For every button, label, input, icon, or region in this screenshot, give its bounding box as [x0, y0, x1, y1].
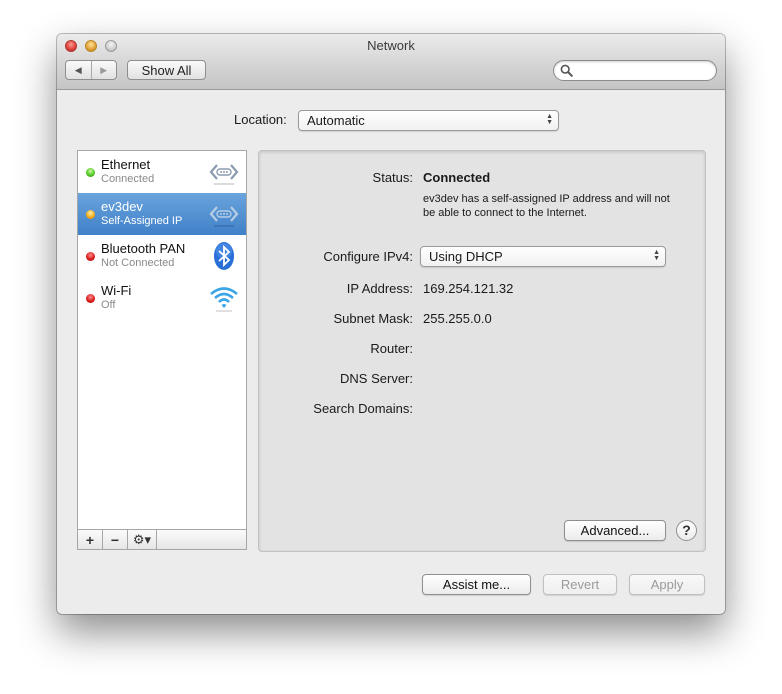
router-label: Router:	[370, 341, 413, 356]
show-all-button[interactable]: Show All	[127, 60, 206, 80]
apply-button[interactable]: Apply	[629, 574, 705, 595]
service-status: Connected	[101, 173, 155, 185]
back-forward-control: ◀ ▶	[65, 60, 117, 80]
search-icon	[560, 64, 573, 77]
status-description: ev3dev has a self-assigned IP address an…	[423, 193, 670, 219]
location-label: Location:	[234, 112, 287, 127]
location-popup[interactable]: Automatic ▲ ▼	[298, 110, 559, 131]
service-status: Not Connected	[101, 257, 175, 269]
revert-button[interactable]: Revert	[543, 574, 617, 595]
status-indicator-green	[86, 168, 95, 177]
ethernet-icon	[209, 206, 239, 227]
subnet-mask-value: 255.255.0.0	[423, 311, 492, 326]
remove-service-button[interactable]: −	[103, 530, 128, 549]
status-indicator-yellow	[86, 210, 95, 219]
service-name: Ethernet	[101, 157, 151, 172]
window-title: Network	[367, 38, 415, 53]
service-name: Bluetooth PAN	[101, 241, 186, 256]
service-list: Ethernet Connected ev3dev Self-Assigned …	[77, 150, 247, 550]
service-item-wifi[interactable]: Wi-Fi Off	[78, 277, 246, 319]
ip-address-value: 169.254.121.32	[423, 281, 514, 296]
ethernet-icon	[209, 164, 239, 185]
status-indicator-red	[86, 294, 95, 303]
add-service-button[interactable]: +	[78, 530, 103, 549]
status-indicator-red	[86, 252, 95, 261]
service-name: Wi-Fi	[101, 283, 132, 298]
configure-ipv4-popup[interactable]: Using DHCP ▲ ▼	[420, 246, 666, 267]
service-item-ev3dev[interactable]: ev3dev Self-Assigned IP	[78, 193, 246, 235]
search-field[interactable]	[553, 60, 717, 81]
search-domains-label: Search Domains:	[313, 401, 413, 416]
status-label: Status:	[372, 170, 413, 185]
wifi-icon	[210, 287, 238, 312]
ip-address-label: IP Address:	[346, 281, 413, 296]
service-name: ev3dev	[101, 199, 143, 214]
service-list-toolbar: + − ⚙▾	[78, 529, 246, 549]
gear-menu-button[interactable]: ⚙▾	[128, 530, 157, 549]
network-preferences-window: Network ◀ ▶ Show All Location: Automatic…	[57, 34, 725, 614]
advanced-button[interactable]: Advanced...	[564, 520, 666, 541]
service-status: Self-Assigned IP	[101, 215, 183, 227]
service-detail-panel: Status: Connected ev3dev has a self-assi…	[258, 150, 706, 552]
configure-ipv4-label: Configure IPv4:	[323, 249, 413, 264]
titlebar: Network ◀ ▶ Show All	[57, 34, 725, 90]
forward-button[interactable]: ▶	[90, 61, 117, 79]
location-value: Automatic	[307, 113, 365, 128]
back-button[interactable]: ◀	[66, 61, 91, 79]
service-status: Off	[101, 299, 116, 311]
bluetooth-icon	[214, 242, 234, 270]
configure-ipv4-value: Using DHCP	[429, 249, 503, 264]
updown-arrows-icon: ▲ ▼	[653, 249, 660, 262]
assist-me-button[interactable]: Assist me...	[422, 574, 531, 595]
status-value: Connected	[423, 170, 491, 185]
updown-arrows-icon: ▲ ▼	[546, 113, 553, 126]
service-item-ethernet[interactable]: Ethernet Connected	[78, 151, 246, 193]
help-button[interactable]: ?	[676, 520, 697, 541]
service-item-bluetooth-pan[interactable]: Bluetooth PAN Not Connected	[78, 235, 246, 277]
dns-server-label: DNS Server:	[340, 371, 413, 386]
subnet-mask-label: Subnet Mask:	[333, 311, 414, 326]
